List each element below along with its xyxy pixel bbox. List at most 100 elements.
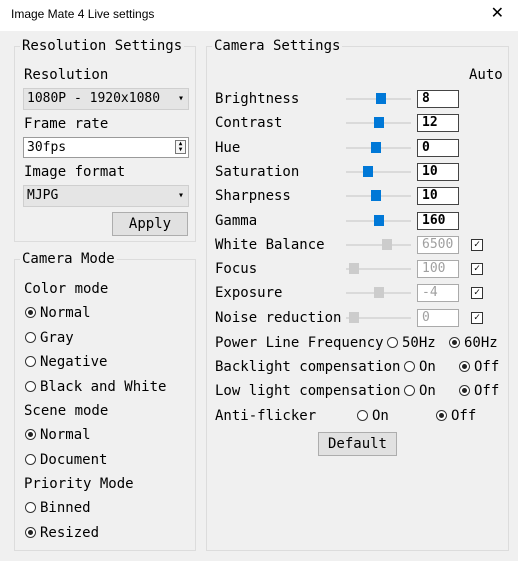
radio-icon [25, 429, 36, 440]
slider-thumb[interactable] [370, 190, 381, 202]
radio-icon [436, 410, 447, 421]
slider-track [346, 243, 411, 246]
radio-icon [25, 502, 36, 513]
resolution-settings-legend: Resolution Settings [20, 38, 185, 54]
slider-thumb[interactable] [373, 214, 384, 226]
image-format-label: Image format [24, 164, 126, 180]
slider-value-field: 100 [417, 260, 459, 279]
radio-icon [404, 361, 415, 372]
slider-value-field[interactable]: 12 [417, 114, 459, 133]
slider-label: Noise reduction [215, 309, 342, 326]
radio-binned[interactable]: Binned [25, 499, 91, 517]
radio-icon [25, 307, 36, 318]
slider-thumb[interactable] [373, 117, 384, 129]
slider-value-field[interactable]: 10 [417, 187, 459, 206]
radio-label: Off [474, 383, 500, 399]
slider-value-field[interactable]: 160 [417, 211, 459, 230]
radio-icon [449, 337, 460, 348]
slider-thumb [348, 311, 359, 323]
auto-checkbox[interactable]: ✓ [471, 263, 483, 276]
radio-normal[interactable]: Normal [25, 426, 91, 444]
low-light-label: Low light compensation [215, 383, 401, 399]
close-icon[interactable]: ✕ [491, 3, 504, 22]
auto-column-label: Auto [469, 67, 503, 83]
power-line-label: Power Line Frequency [215, 335, 384, 351]
radio-label: Black and White [40, 378, 167, 395]
slider-value-field: 0 [417, 308, 459, 327]
radio-label: On [419, 359, 436, 375]
radio-icon [387, 337, 398, 348]
power-line-60hz[interactable]: 60Hz [449, 334, 498, 352]
radio-label: Normal [40, 427, 91, 443]
auto-checkbox[interactable]: ✓ [471, 287, 483, 300]
anti-flicker-off[interactable]: Off [436, 407, 476, 425]
radio-label: Negative [40, 354, 108, 370]
spin-arrows-icon[interactable]: ▲ ▼ [175, 140, 186, 154]
radio-label: Document [40, 451, 108, 468]
slider-value-field[interactable]: 10 [417, 162, 459, 181]
slider-value-field: -4 [417, 284, 459, 303]
auto-checkbox[interactable]: ✓ [471, 311, 483, 324]
slider-value-field: 6500 [417, 235, 459, 254]
anti-flicker-on[interactable]: On [357, 407, 389, 425]
backlight-off[interactable]: Off [459, 358, 499, 376]
radio-icon [404, 385, 415, 396]
color-mode-label: Color mode [24, 281, 109, 297]
dropdown-arrow-icon: ▾ [177, 93, 184, 104]
power-line-50hz[interactable]: 50Hz [387, 334, 436, 352]
scene-mode-label: Scene mode [24, 403, 109, 419]
slider-thumb[interactable] [370, 141, 381, 153]
priority-mode-label: Priority Mode [24, 476, 134, 492]
frame-rate-label: Frame rate [24, 116, 109, 132]
image-format-value: MJPG [27, 188, 59, 203]
slider-label: Focus [215, 261, 258, 278]
resolution-select[interactable]: 1080P - 1920x1080 ▾ [23, 88, 189, 110]
apply-button[interactable]: Apply [112, 212, 188, 236]
radio-label: On [419, 383, 436, 399]
resolution-select-value: 1080P - 1920x1080 [27, 91, 161, 106]
slider-label: Saturation [215, 163, 300, 180]
radio-black-and-white[interactable]: Black and White [25, 378, 166, 396]
low-light-off[interactable]: Off [459, 382, 499, 400]
backlight-label: Backlight compensation [215, 359, 401, 375]
slider-label: Exposure [215, 285, 283, 302]
dropdown-arrow-icon: ▾ [177, 190, 184, 201]
radio-label: On [372, 408, 389, 424]
radio-normal[interactable]: Normal [25, 304, 91, 322]
backlight-on[interactable]: On [404, 358, 436, 376]
slider-thumb[interactable] [376, 93, 387, 104]
radio-resized[interactable]: Resized [25, 524, 99, 542]
radio-label: 50Hz [402, 335, 436, 351]
low-light-on[interactable]: On [404, 382, 436, 400]
slider-thumb [381, 238, 392, 250]
radio-label: Normal [40, 305, 91, 321]
radio-icon [25, 380, 36, 392]
image-format-select[interactable]: MJPG ▾ [23, 185, 189, 207]
slider-label: White Balance [215, 236, 325, 253]
radio-label: Off [474, 359, 500, 375]
radio-icon [459, 385, 470, 396]
radio-icon [357, 410, 368, 421]
slider-thumb[interactable] [362, 165, 373, 177]
radio-icon [25, 526, 36, 538]
radio-negative[interactable]: Negative [25, 353, 107, 371]
slider-value-field[interactable]: 8 [417, 90, 459, 108]
radio-label: Off [451, 408, 477, 424]
frame-rate-spinner[interactable]: 30fps ▲ ▼ [23, 137, 189, 158]
anti-flicker-label: Anti-flicker [215, 408, 317, 424]
radio-icon [25, 331, 36, 343]
slider-label: Hue [215, 139, 241, 156]
radio-document[interactable]: Document [25, 451, 107, 469]
slider-label: Contrast [215, 115, 283, 132]
default-button[interactable]: Default [318, 432, 397, 456]
radio-gray[interactable]: Gray [25, 329, 74, 347]
radio-icon [25, 356, 36, 367]
radio-label: 60Hz [464, 335, 498, 351]
slider-track[interactable] [346, 170, 411, 173]
slider-thumb [348, 263, 359, 275]
radio-label: Resized [40, 524, 100, 541]
slider-value-field[interactable]: 0 [417, 138, 459, 157]
slider-label: Brightness [215, 91, 300, 107]
resolution-label: Resolution [24, 67, 109, 83]
auto-checkbox[interactable]: ✓ [471, 238, 483, 251]
